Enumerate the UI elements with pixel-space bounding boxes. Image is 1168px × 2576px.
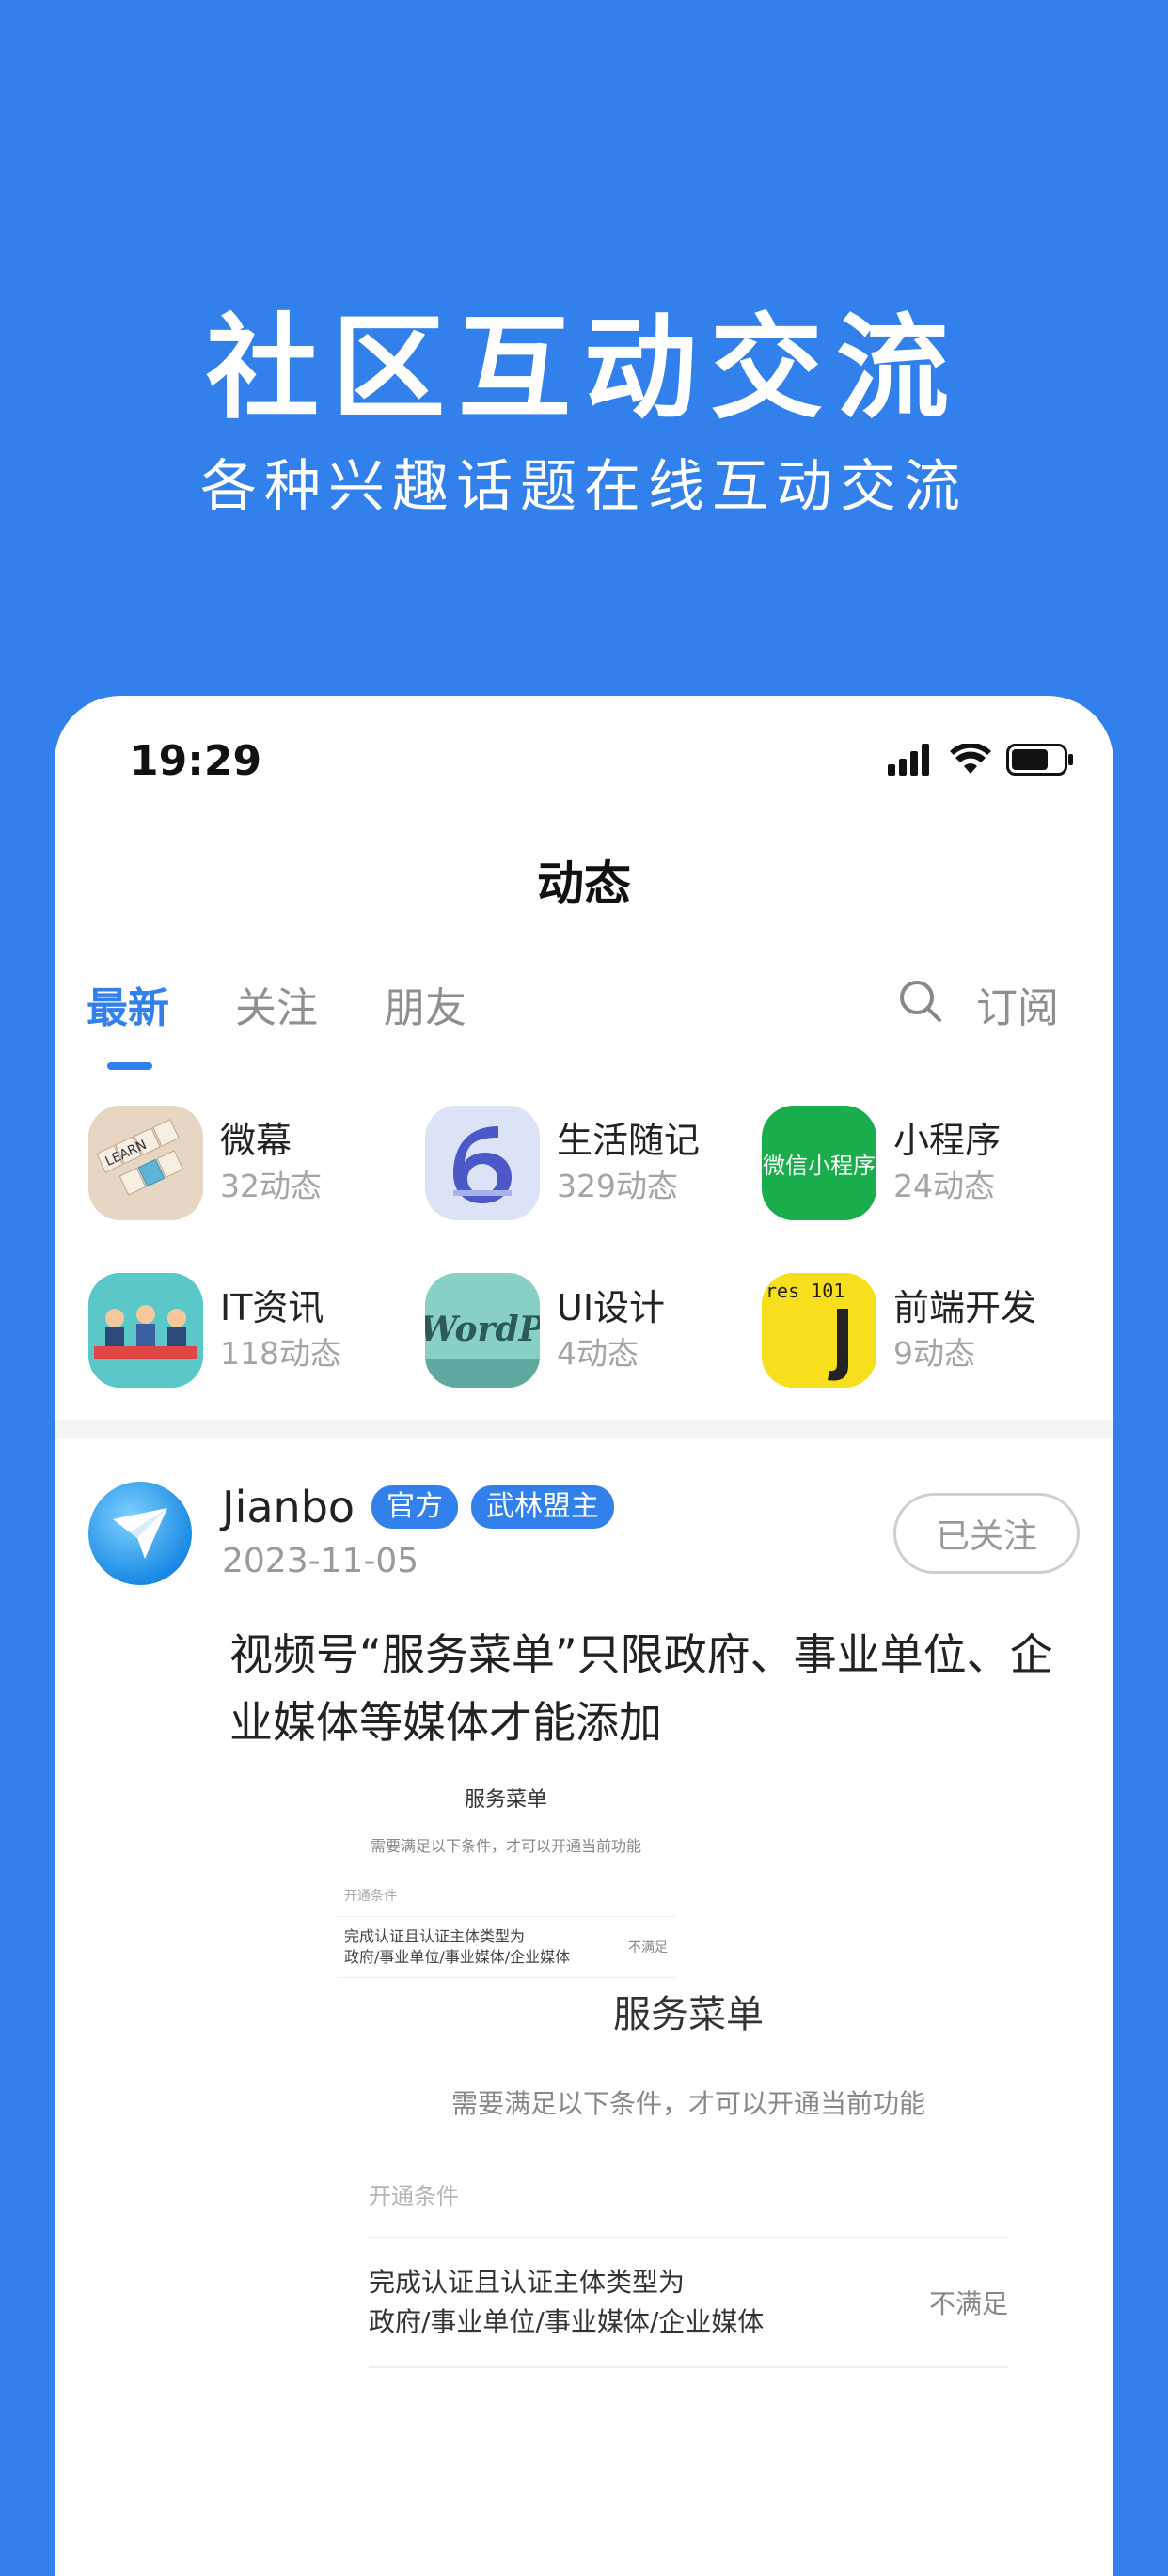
topic-frontend-logo-text: res 101	[766, 1280, 844, 1302]
paper-plane-icon	[113, 1508, 167, 1559]
thumb-condition-line1: 完成认证且认证主体类型为	[344, 1927, 526, 1945]
topic-item-weimu[interactable]: LEARN 微幕 32动态	[88, 1102, 408, 1224]
phone-screen: 19:29 动态 最新 关注 朋友 订阅 LEARN 微幕 32动态 生活随记 …	[55, 696, 1113, 2576]
post-text[interactable]: 视频号“服务菜单”只限政府、事业单位、企业媒体等媒体才能添加	[229, 1621, 1076, 1756]
image-status: 不满足	[928, 2288, 1008, 2319]
topic-count: 32动态	[220, 1168, 322, 1204]
thumb-section-label: 开通条件	[344, 1889, 397, 1904]
wifi-icon	[950, 744, 991, 774]
topic-name: 微幕	[220, 1120, 292, 1161]
topic-count: 4动态	[557, 1335, 639, 1372]
tab-indicator	[107, 1062, 152, 1070]
topic-miniapp-logo-text: 微信小程序	[763, 1152, 876, 1179]
battery-icon	[1006, 744, 1073, 776]
topic-count: 24动态	[893, 1168, 995, 1204]
image-section-label: 开通条件	[369, 2183, 459, 2209]
topic-item-frontend[interactable]: res 101 前端开发 9动态	[762, 1269, 1081, 1391]
topic-name: 前端开发	[893, 1287, 1037, 1328]
image-subtitle: 需要满足以下条件，才可以开通当前功能	[450, 2088, 925, 2119]
status-icons	[888, 741, 1074, 778]
thumb-title: 服务菜单	[464, 1788, 547, 1812]
topic-count: 9动态	[893, 1335, 975, 1372]
topic-it-news-icon	[88, 1273, 203, 1388]
avatar[interactable]	[88, 1482, 192, 1585]
hero-subtitle: 各种兴趣话题在线互动交流	[200, 454, 968, 520]
topic-ui-logo-text: WordPre	[425, 1310, 540, 1349]
topic-item-miniapp[interactable]: 微信小程序 小程序 24动态	[762, 1102, 1081, 1224]
topic-frontend-icon: res 101	[762, 1273, 876, 1388]
image-condition-line1: 完成认证且认证主体类型为	[369, 2267, 686, 2298]
topic-weimu-icon: LEARN	[88, 1106, 203, 1220]
topic-ui-design-icon: WordPre	[425, 1273, 540, 1388]
thumb-subtitle: 需要满足以下条件，才可以开通当前功能	[370, 1837, 641, 1855]
post-image-large[interactable]: 服务菜单 需要满足以下条件，才可以开通当前功能 开通条件 完成认证且认证主体类型…	[369, 1984, 1008, 2368]
badge-official: 官方	[371, 1485, 459, 1529]
signal-icon	[888, 744, 929, 776]
image-condition-row: 完成认证且认证主体类型为 政府/事业单位/事业媒体/企业媒体 不满足	[369, 2237, 1008, 2368]
topic-life-notes-icon	[425, 1106, 540, 1220]
topic-name: 生活随记	[557, 1120, 701, 1161]
topic-count: 329动态	[557, 1168, 678, 1204]
thumb-condition-line2: 政府/事业单位/事业媒体/企业媒体	[344, 1948, 571, 1966]
topic-name: UI设计	[557, 1287, 666, 1328]
follow-button[interactable]: 已关注	[893, 1493, 1080, 1574]
tab-latest[interactable]: 最新	[87, 974, 169, 1034]
topic-miniapp-icon: 微信小程序	[762, 1106, 876, 1220]
image-title: 服务菜单	[613, 1993, 764, 2036]
hero-title: 社区互动交流	[206, 304, 962, 434]
thumb-condition-row: 完成认证且认证主体类型为 政府/事业单位/事业媒体/企业媒体 不满足	[337, 1916, 675, 1978]
tab-friends[interactable]: 朋友	[384, 974, 466, 1034]
thumb-status: 不满足	[628, 1940, 668, 1956]
post-image-small[interactable]: 服务菜单 需要满足以下条件，才可以开通当前功能 开通条件 完成认证且认证主体类型…	[337, 1783, 675, 1978]
topic-name: 小程序	[893, 1120, 1002, 1161]
tab-bar: 最新 关注 朋友	[87, 974, 466, 1034]
topic-item-it-news[interactable]: IT资讯 118动态	[88, 1269, 408, 1391]
topic-name: IT资讯	[220, 1287, 324, 1328]
author-name[interactable]: Jianbo	[222, 1482, 355, 1532]
topic-count: 118动态	[220, 1335, 341, 1372]
topic-item-ui-design[interactable]: WordPre UI设计 4动态	[425, 1269, 745, 1391]
status-time: 19:29	[130, 737, 262, 785]
tab-following[interactable]: 关注	[235, 974, 318, 1034]
post-author-row: Jianbo 官方 武林盟主	[222, 1482, 615, 1532]
image-condition-line2: 政府/事业单位/事业媒体/企业媒体	[369, 2306, 765, 2337]
section-divider	[55, 1420, 1113, 1438]
post-date: 2023-11-05	[222, 1542, 419, 1580]
search-icon[interactable]	[897, 978, 944, 1025]
subscribe-button[interactable]: 订阅	[976, 974, 1059, 1034]
page-title: 动态	[537, 856, 631, 911]
topic-item-life-notes[interactable]: 生活随记 329动态	[425, 1102, 745, 1224]
badge-leader: 武林盟主	[471, 1485, 615, 1529]
